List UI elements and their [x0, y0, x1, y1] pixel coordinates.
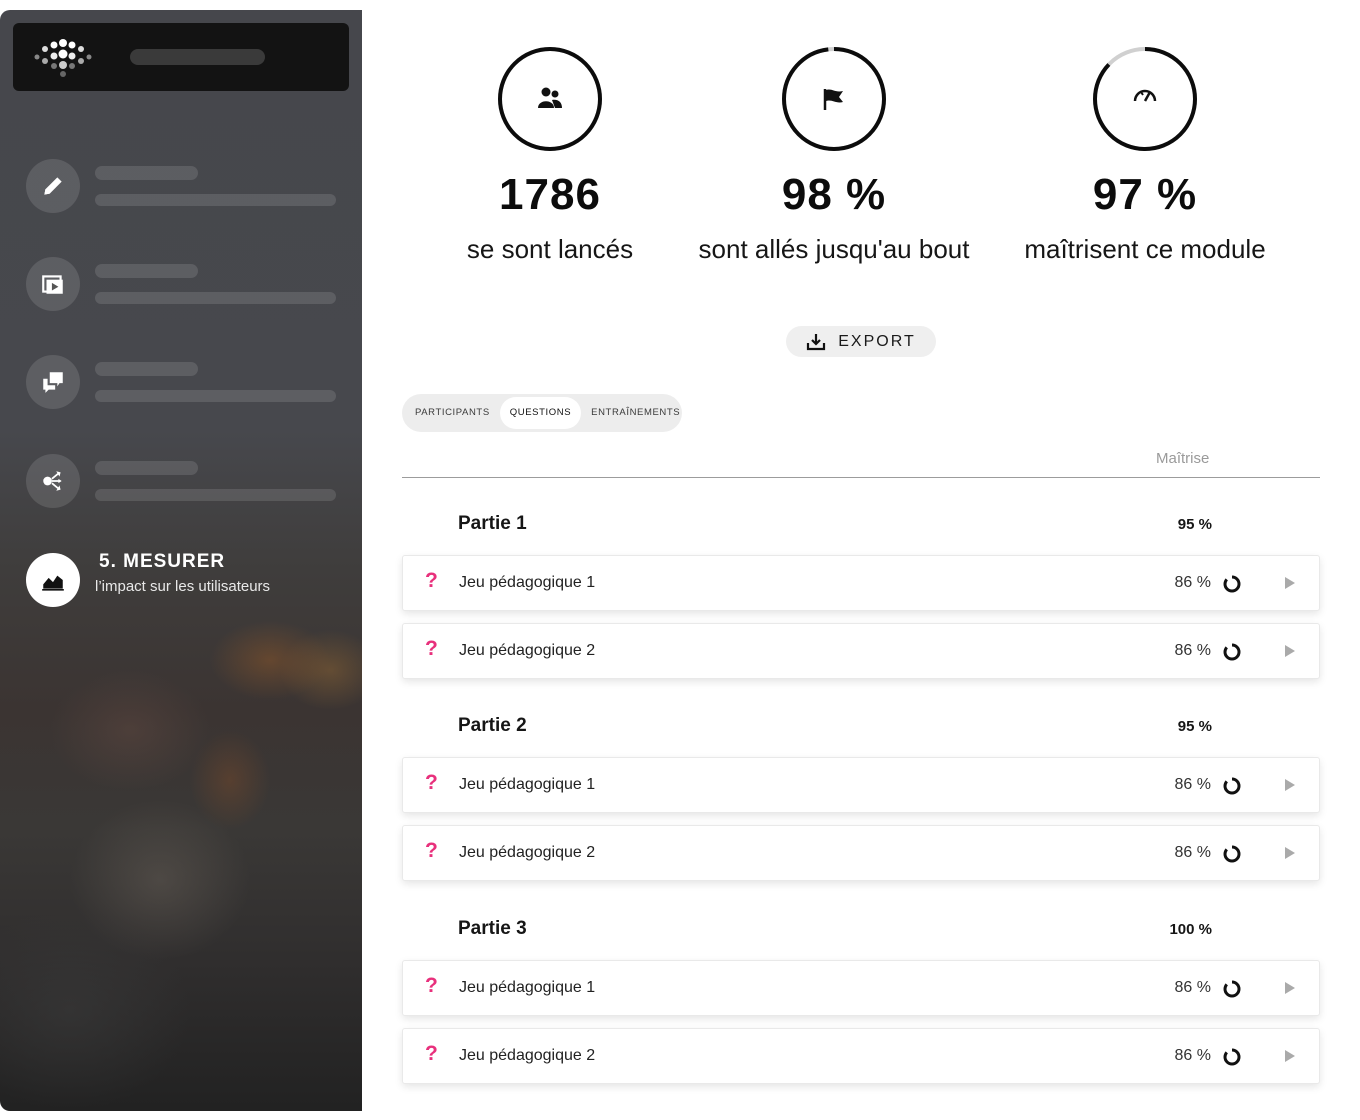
play-arrow-icon[interactable]: [1283, 576, 1297, 590]
play-arrow-icon[interactable]: [1283, 1049, 1297, 1063]
row-label: Jeu pédagogique 1: [459, 574, 596, 591]
progress-ring-icon: [1223, 643, 1241, 661]
tab-participants[interactable]: PARTICIPANTS: [405, 397, 500, 429]
nav-icon-circle: [26, 553, 80, 607]
nav-item-title: 5. MESURER: [99, 551, 226, 572]
nav-icon-circle: [26, 355, 80, 409]
nav-subtitle-placeholder: [95, 292, 336, 304]
sidebar-item-4[interactable]: [26, 454, 346, 508]
download-icon: [807, 333, 826, 350]
progress-ring-icon: [1223, 980, 1241, 998]
stat-label: maîtrisent ce module: [1024, 234, 1266, 264]
stat-value: 97 %: [1092, 170, 1198, 219]
pencil-icon: [44, 177, 62, 195]
nav-icon-circle: [26, 454, 80, 508]
table-row[interactable]: ? Jeu pédagogique 2 86 %: [402, 1028, 1320, 1084]
sidebar-header: [13, 23, 349, 91]
section-title: Partie 1: [458, 513, 527, 534]
nav-title-placeholder: [95, 362, 198, 376]
section-title: Partie 2: [458, 715, 527, 736]
question-icon: ?: [425, 637, 438, 660]
section-score: 95 %: [1177, 718, 1212, 735]
progress-ring-icon: [1223, 575, 1241, 593]
stat-value: 1786: [499, 170, 601, 219]
share-network-icon: [43, 471, 62, 491]
table-row[interactable]: ? Jeu pédagogique 2 86 %: [402, 825, 1320, 881]
row-score: 86 %: [1174, 1047, 1211, 1064]
divider: [402, 477, 1320, 478]
sidebar: 5. MESURER l’impact sur les utilisateurs: [0, 10, 362, 1111]
chart-area-icon: [42, 575, 64, 591]
main-content: 1786 se sont lancés 98 % sont allés jusq…: [362, 0, 1360, 1120]
row-label: Jeu pédagogique 2: [459, 642, 596, 659]
nav-title-placeholder: [95, 461, 198, 475]
table-row[interactable]: ? Jeu pédagogique 1 86 %: [402, 757, 1320, 813]
row-label: Jeu pédagogique 2: [459, 1047, 596, 1064]
nav-subtitle-placeholder: [95, 194, 336, 206]
gauge-icon: [1133, 89, 1157, 102]
stat-mastery: 97 % maîtrisent ce module: [985, 46, 1305, 265]
play-arrow-icon[interactable]: [1283, 644, 1297, 658]
sidebar-item-1[interactable]: [26, 159, 346, 213]
export-button[interactable]: EXPORT: [786, 326, 936, 357]
play-arrow-icon[interactable]: [1283, 846, 1297, 860]
stat-label: se sont lancés: [466, 234, 634, 264]
stat-completed: 98 % sont allés jusqu'au bout: [674, 46, 994, 265]
row-score: 86 %: [1174, 844, 1211, 861]
section-title: Partie 3: [458, 918, 527, 939]
sidebar-item-mesurer[interactable]: 5. MESURER l’impact sur les utilisateurs: [26, 551, 346, 607]
flag-icon: [823, 89, 843, 110]
stat-label: sont allés jusqu'au bout: [698, 234, 970, 264]
table-row[interactable]: ? Jeu pédagogique 1 86 %: [402, 960, 1320, 1016]
progress-ring-icon: [1223, 845, 1241, 863]
tab-entrainements[interactable]: ENTRAÎNEMENTS: [581, 397, 690, 429]
question-icon: ?: [425, 771, 438, 794]
tab-questions[interactable]: QUESTIONS: [499, 397, 582, 429]
table-row[interactable]: ? Jeu pédagogique 1 86 %: [402, 555, 1320, 611]
question-icon: ?: [425, 839, 438, 862]
section-score: 100 %: [1169, 921, 1212, 938]
row-label: Jeu pédagogique 1: [459, 979, 596, 996]
stat-value: 98 %: [781, 170, 887, 219]
export-label: EXPORT: [838, 332, 916, 350]
row-score: 86 %: [1174, 574, 1211, 591]
section-score: 95 %: [1177, 516, 1212, 533]
play-arrow-icon[interactable]: [1283, 981, 1297, 995]
header-title-placeholder: [130, 49, 265, 65]
question-icon: ?: [425, 974, 438, 997]
nav-subtitle-placeholder: [95, 390, 336, 402]
nav-item-subtitle: l’impact sur les utilisateurs: [95, 578, 271, 595]
sidebar-item-2[interactable]: [26, 257, 346, 311]
nav-icon-circle: [26, 257, 80, 311]
sidebar-item-3[interactable]: [26, 355, 346, 409]
row-score: 86 %: [1174, 642, 1211, 659]
question-icon: ?: [425, 569, 438, 592]
nav-title-placeholder: [95, 264, 198, 278]
logo-icon[interactable]: [33, 37, 93, 77]
column-header-mastery: Maîtrise: [1156, 450, 1210, 467]
progress-ring-icon: [1223, 1048, 1241, 1066]
nav-subtitle-placeholder: [95, 489, 336, 501]
tab-bar: PARTICIPANTS QUESTIONS ENTRAÎNEMENTS: [402, 394, 682, 432]
row-label: Jeu pédagogique 2: [459, 844, 596, 861]
stat-ring: [1093, 47, 1197, 151]
stat-launched: 1786 se sont lancés: [390, 46, 710, 265]
stat-ring: [498, 47, 602, 151]
video-play-icon: [42, 275, 63, 294]
row-score: 86 %: [1174, 776, 1211, 793]
play-arrow-icon[interactable]: [1283, 778, 1297, 792]
row-score: 86 %: [1174, 979, 1211, 996]
chat-bubbles-icon: [43, 372, 63, 393]
nav-icon-circle: [26, 159, 80, 213]
table-row[interactable]: ? Jeu pédagogique 2 86 %: [402, 623, 1320, 679]
question-icon: ?: [425, 1042, 438, 1065]
progress-ring-icon: [1223, 777, 1241, 795]
users-icon: [538, 87, 562, 108]
stat-ring: [782, 47, 886, 151]
row-label: Jeu pédagogique 1: [459, 776, 596, 793]
nav-title-placeholder: [95, 166, 198, 180]
